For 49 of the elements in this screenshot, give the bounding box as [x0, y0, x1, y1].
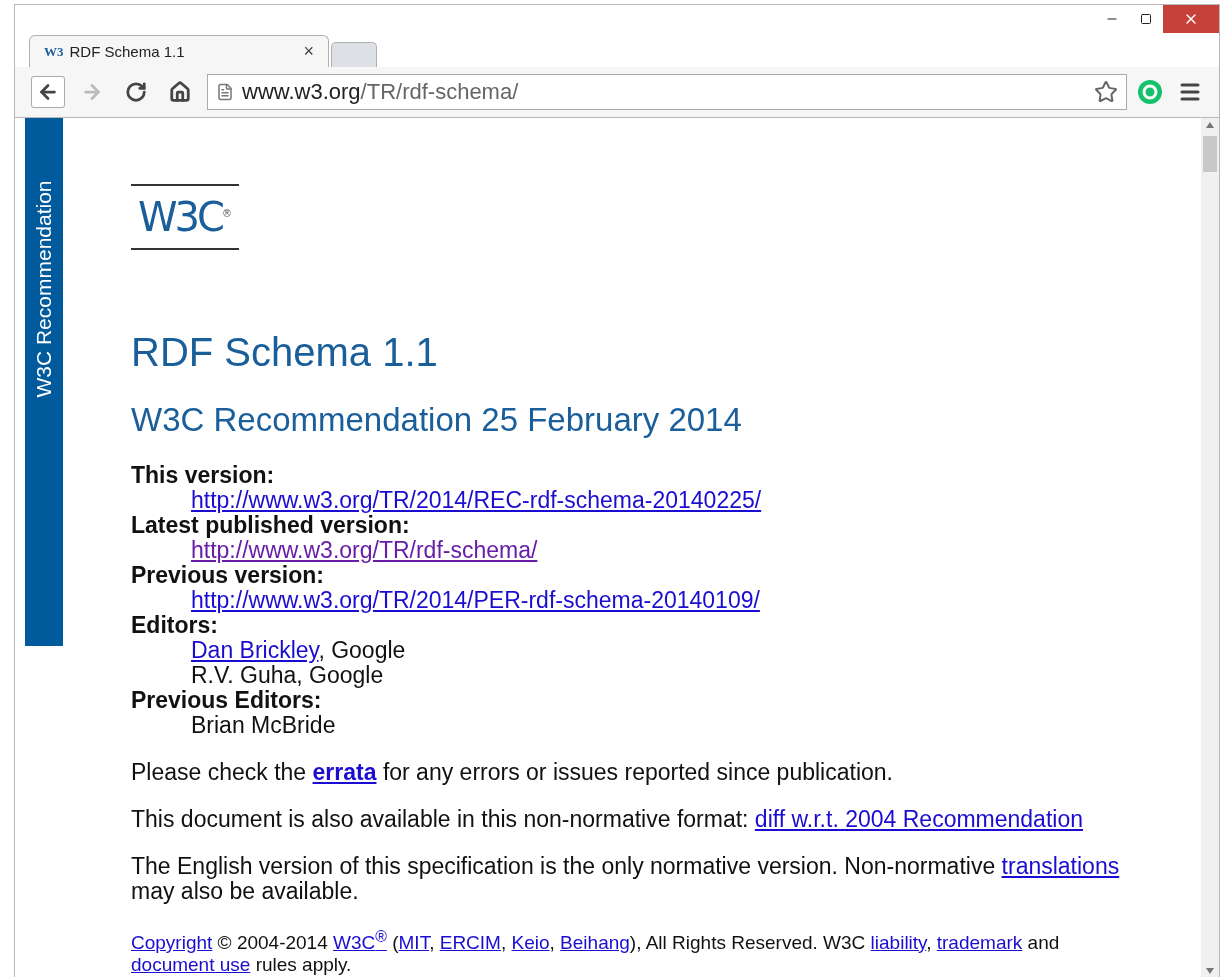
back-button[interactable] — [31, 76, 65, 108]
extension-icon[interactable] — [1137, 79, 1163, 105]
back-icon — [37, 81, 59, 103]
link[interactable]: trademark — [936, 932, 1023, 954]
w3c-logo: W3C$^{®}$ — [131, 184, 239, 250]
star-icon[interactable] — [1094, 80, 1118, 104]
scrollbar[interactable] — [1201, 118, 1219, 977]
link[interactable]: diff w.r.t. 2004 Recommendation — [754, 806, 1083, 832]
detail-term: Latest published version: — [131, 513, 410, 538]
detail-value: R.V. Guha, Google — [190, 663, 384, 688]
link[interactable]: translations — [1001, 853, 1120, 879]
link[interactable]: errata — [312, 759, 377, 785]
reload-icon — [125, 81, 147, 103]
paragraph: The English version of this specification is the only normative version. Non-normative translations may also be available. — [131, 854, 1121, 904]
link[interactable]: liability — [870, 932, 927, 954]
link[interactable]: ERCIM — [439, 932, 501, 954]
link[interactable]: W3C$^{®}$ — [333, 932, 387, 954]
link[interactable]: http://www.w3.org/TR/2014/PER-rdf-schema-20140109/ — [191, 587, 760, 613]
page-icon — [216, 83, 234, 101]
detail-term: Previous version: — [131, 563, 325, 588]
detail-value: Dan Brickley, Google — [190, 638, 407, 663]
detail-value: Brian McBride — [190, 713, 337, 738]
scroll-down-icon[interactable] — [1206, 968, 1214, 974]
copyright-notice: Copyright © 2004-2014 W3C$^{®}$ (MIT, ERCIM, Keio, Beihang), All Rights Reserved. W3C liability, trademark and document use rules apply. — [131, 927, 1061, 977]
scroll-thumb[interactable] — [1203, 136, 1217, 172]
link[interactable]: http://www.w3.org/TR/2014/REC-rdf-schema-20140225/ — [191, 487, 762, 513]
home-icon — [169, 81, 191, 103]
maximize-icon — [1140, 13, 1152, 25]
sidebar-label: W3C Recommendation — [32, 180, 56, 398]
link[interactable]: Copyright — [131, 932, 213, 954]
close-tab-button[interactable]: × — [303, 41, 314, 62]
page-subtitle: W3C Recommendation 25 February 2014 — [131, 401, 743, 439]
link[interactable]: Beihang — [560, 932, 630, 954]
detail-term: This version: — [131, 463, 276, 488]
page-title: RDF Schema 1.1 — [131, 330, 439, 375]
favicon: W3 — [44, 43, 64, 60]
link[interactable]: http://www.w3.org/TR/rdf-schema/ — [191, 537, 538, 563]
detail-term: Editors: — [131, 613, 218, 638]
paragraph: Please check the errata for any errors or issues reported since publication. — [131, 760, 894, 785]
detail-term: Previous Editors: — [131, 688, 322, 713]
paragraph: This document is also available in this non-normative format: diff w.r.t. 2004 Recommendation — [131, 807, 1084, 832]
forward-icon — [81, 81, 103, 103]
browser-tab[interactable]: W3 RDF Schema 1.1 × — [29, 35, 329, 67]
address-bar[interactable]: www.w3.org/TR/rdf-schema/ — [207, 74, 1127, 110]
link[interactable]: Keio — [511, 932, 550, 954]
link[interactable]: document use — [131, 954, 251, 976]
link[interactable]: MIT — [398, 932, 430, 954]
link[interactable]: Dan Brickley — [191, 637, 319, 663]
scroll-up-icon[interactable] — [1206, 122, 1214, 128]
